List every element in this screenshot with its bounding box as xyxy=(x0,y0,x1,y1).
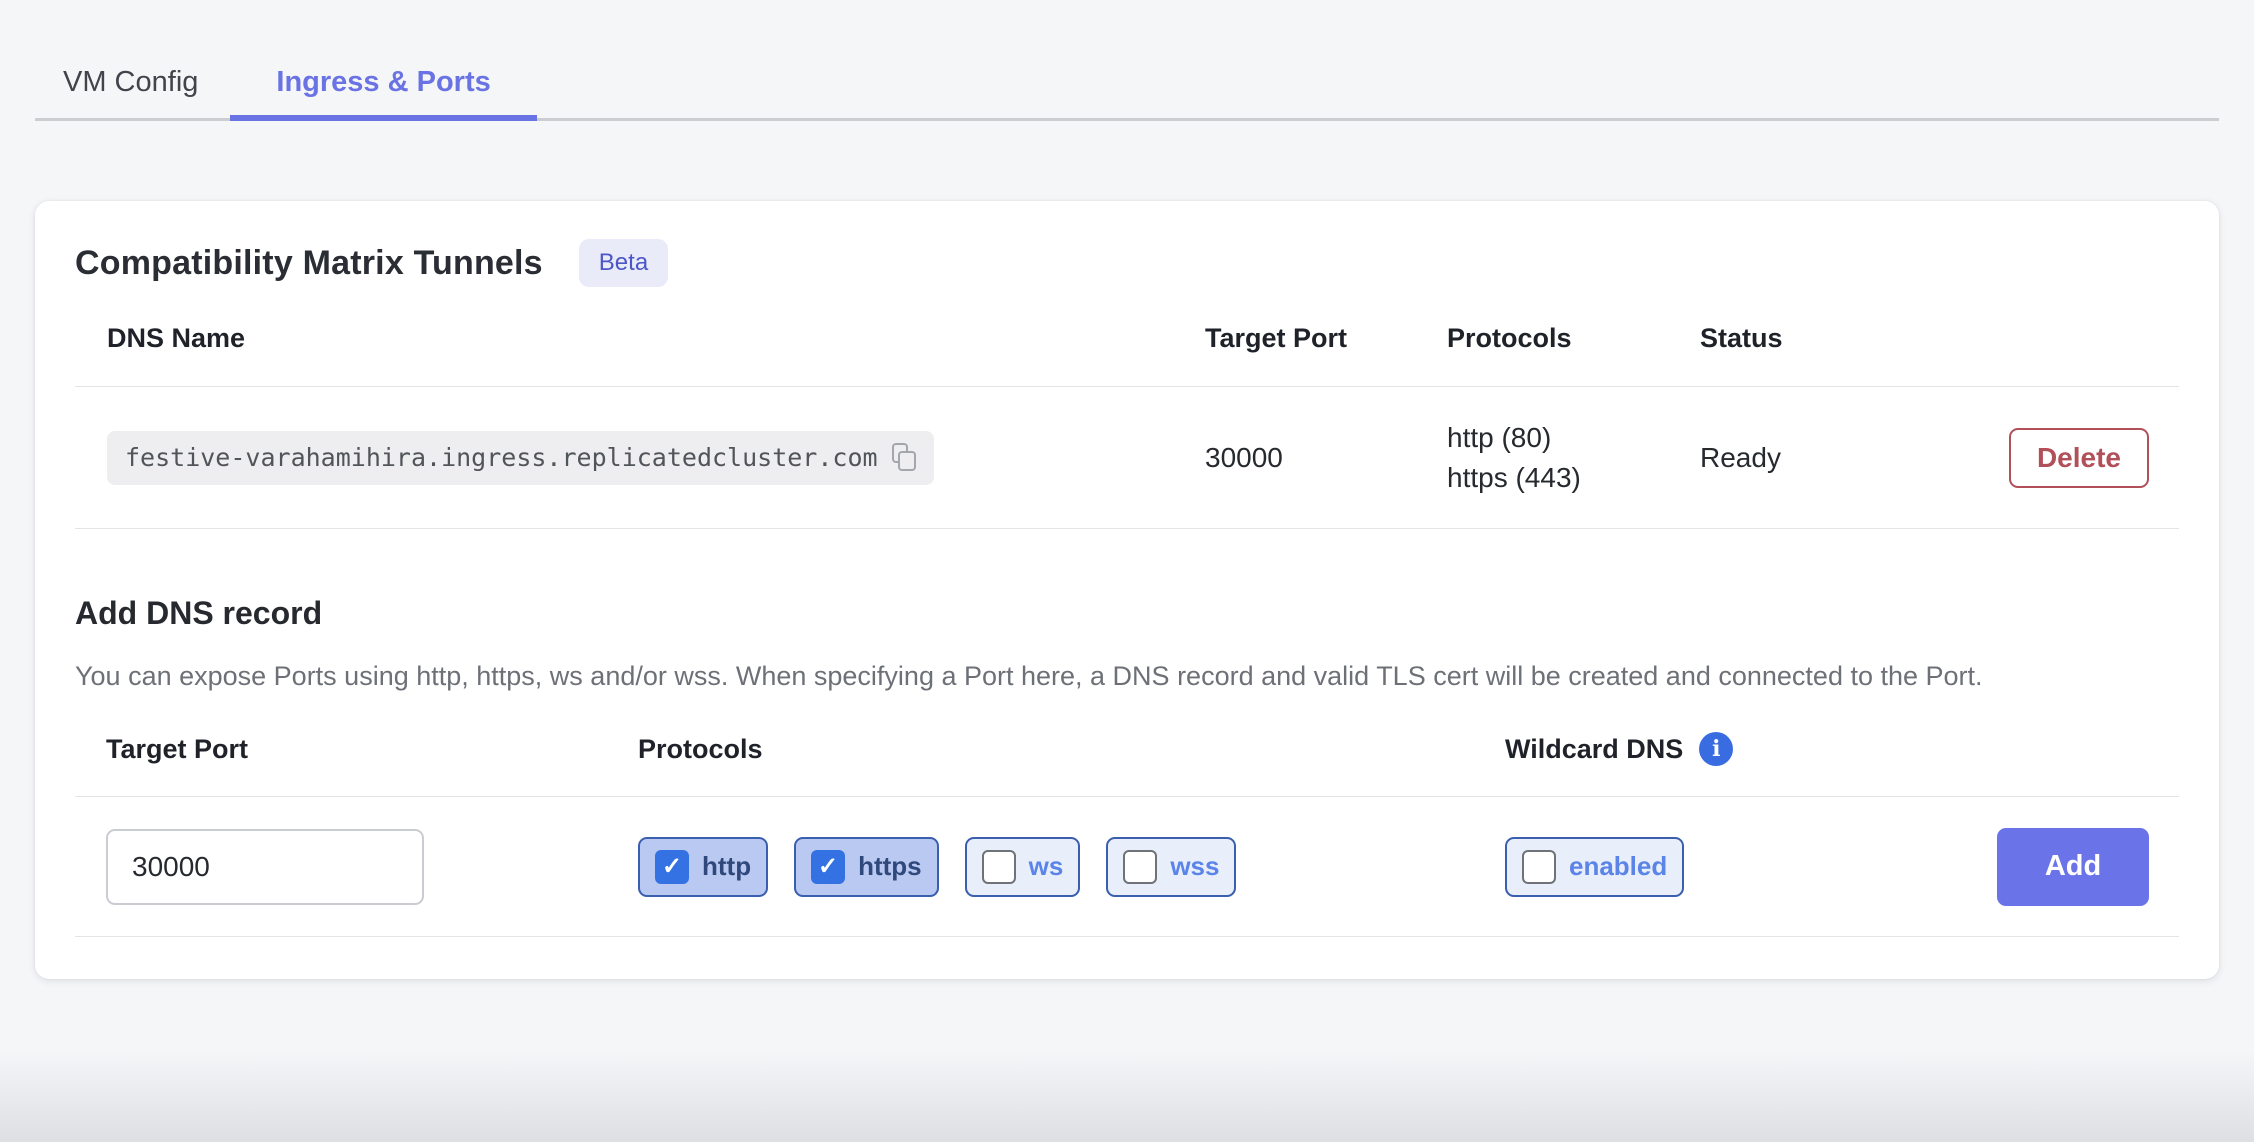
form-col-target-port: Target Port xyxy=(75,734,638,795)
tab-vm-config[interactable]: VM Config xyxy=(35,40,230,121)
protocol-chips: http https ws wss xyxy=(638,837,1505,897)
col-status: Status xyxy=(1700,323,1993,386)
checkbox-icon xyxy=(811,850,845,884)
tab-bar: VM Config Ingress & Ports xyxy=(35,0,2219,121)
dns-name-text: festive-varahamihira.ingress.replicatedc… xyxy=(125,443,878,472)
delete-button[interactable]: Delete xyxy=(2009,428,2149,488)
add-dns-form-row: http https ws wss enabled Add xyxy=(75,797,2179,937)
wildcard-enabled-label: enabled xyxy=(1569,851,1667,882)
protocols-cell: http (80) https (443) xyxy=(1447,422,1700,494)
form-col-protocols: Protocols xyxy=(638,734,1505,795)
copy-icon[interactable] xyxy=(892,443,918,473)
dns-name-pill: festive-varahamihira.ingress.replicatedc… xyxy=(107,431,934,485)
add-button[interactable]: Add xyxy=(1997,828,2149,906)
target-port-input[interactable] xyxy=(106,829,424,905)
beta-badge: Beta xyxy=(579,239,668,287)
protocol-checkbox-wss[interactable]: wss xyxy=(1106,837,1236,897)
protocol-checkbox-ws[interactable]: ws xyxy=(965,837,1081,897)
wildcard-cell: enabled xyxy=(1505,837,1993,897)
form-col-wildcard-dns: Wildcard DNS i xyxy=(1505,732,1993,796)
card-title: Compatibility Matrix Tunnels xyxy=(75,244,543,283)
wildcard-dns-label: Wildcard DNS xyxy=(1505,734,1683,765)
checkbox-icon xyxy=(1123,850,1157,884)
checkbox-icon xyxy=(1522,850,1556,884)
dns-name-cell: festive-varahamihira.ingress.replicatedc… xyxy=(75,431,1205,485)
protocol-label: wss xyxy=(1170,851,1219,882)
protocol-line: https (443) xyxy=(1447,462,1700,494)
form-col-actions xyxy=(1993,749,2179,779)
info-icon[interactable]: i xyxy=(1699,732,1733,766)
col-target-port: Target Port xyxy=(1205,323,1447,386)
table-row: festive-varahamihira.ingress.replicatedc… xyxy=(75,387,2179,529)
actions-cell: Delete xyxy=(1993,428,2179,488)
col-protocols: Protocols xyxy=(1447,323,1700,386)
add-dns-heading: Add DNS record xyxy=(75,595,2179,632)
card-title-row: Compatibility Matrix Tunnels Beta xyxy=(75,239,2179,287)
compatibility-matrix-card: Compatibility Matrix Tunnels Beta DNS Na… xyxy=(35,201,2219,979)
add-cell: Add xyxy=(1993,828,2179,906)
col-actions xyxy=(1993,339,2179,371)
target-port-cell: 30000 xyxy=(1205,442,1447,474)
protocol-line: http (80) xyxy=(1447,422,1700,454)
tab-ingress-ports[interactable]: Ingress & Ports xyxy=(230,40,536,121)
checkbox-icon xyxy=(982,850,1016,884)
protocol-label: http xyxy=(702,851,751,882)
wildcard-enabled-checkbox[interactable]: enabled xyxy=(1505,837,1684,897)
protocol-label: ws xyxy=(1029,851,1064,882)
col-dns-name: DNS Name xyxy=(75,323,1205,386)
protocol-label: https xyxy=(858,851,922,882)
add-dns-form-header: Target Port Protocols Wildcard DNS i xyxy=(75,732,2179,797)
status-cell: Ready xyxy=(1700,442,1993,474)
protocol-checkbox-https[interactable]: https xyxy=(794,837,939,897)
add-dns-description: You can expose Ports using http, https, … xyxy=(75,656,2137,696)
protocol-checkbox-http[interactable]: http xyxy=(638,837,768,897)
target-port-field-cell xyxy=(75,829,638,905)
checkbox-icon xyxy=(655,850,689,884)
tunnels-table-header: DNS Name Target Port Protocols Status xyxy=(75,287,2179,387)
